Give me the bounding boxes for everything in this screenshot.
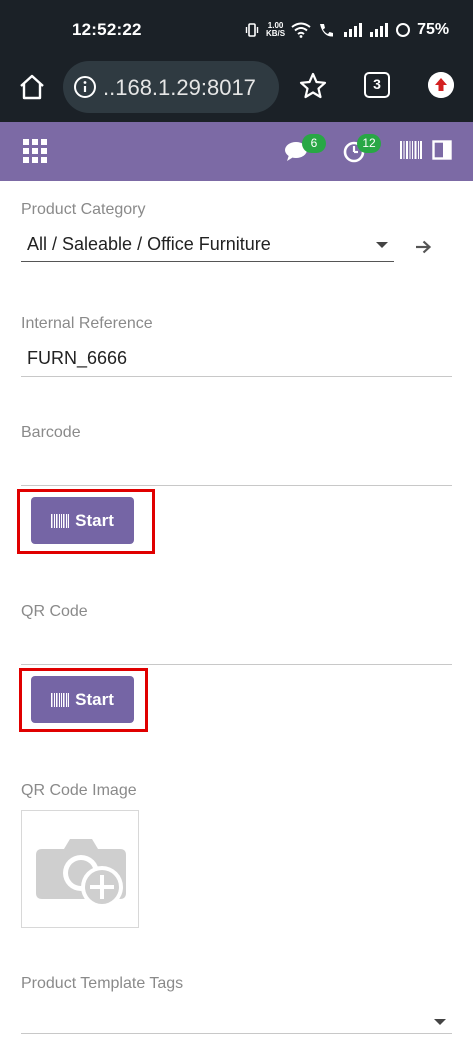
home-icon[interactable] bbox=[17, 72, 47, 102]
battery-percent: 75% bbox=[417, 21, 450, 38]
category-dropdown-caret-icon[interactable] bbox=[376, 242, 388, 248]
battery-ring-icon bbox=[396, 23, 411, 37]
qr-code-underline bbox=[21, 664, 452, 665]
info-icon[interactable] bbox=[73, 75, 97, 99]
arrow-right-icon[interactable] bbox=[414, 238, 432, 256]
apps-grid-icon[interactable] bbox=[23, 139, 47, 163]
barcode-start-label: Start bbox=[75, 510, 114, 530]
product-template-tags-label: Product Template Tags bbox=[21, 975, 184, 992]
qr-code-image-label: QR Code Image bbox=[21, 782, 137, 799]
messages-badge[interactable]: 6 bbox=[302, 134, 326, 153]
product-category-underline bbox=[21, 261, 394, 262]
url-text[interactable]: ..168.1.29:8017 bbox=[103, 75, 275, 101]
sidebar-toggle-icon[interactable] bbox=[432, 140, 452, 160]
qr-code-start-label: Start bbox=[75, 689, 114, 709]
product-category-select[interactable]: All / Saleable / Office Furniture bbox=[27, 234, 271, 255]
tab-switcher-button[interactable]: 3 bbox=[364, 72, 390, 98]
qr-code-image-upload[interactable] bbox=[21, 810, 139, 928]
status-time: 12:52:22 bbox=[72, 20, 142, 39]
internal-reference-underline bbox=[21, 376, 452, 377]
upload-icon[interactable] bbox=[428, 72, 454, 98]
qr-code-label: QR Code bbox=[21, 603, 88, 620]
network-speed: 1.00 KB/S bbox=[266, 22, 285, 38]
browser-toolbar: ..168.1.29:8017 3 bbox=[0, 60, 473, 122]
product-category-label: Product Category bbox=[21, 201, 146, 218]
app-navbar: 6 12 bbox=[0, 122, 473, 181]
signal-icon-1 bbox=[344, 23, 363, 37]
bookmark-star-icon[interactable] bbox=[298, 71, 328, 101]
call-icon bbox=[320, 24, 334, 37]
internal-reference-label: Internal Reference bbox=[21, 315, 153, 332]
barcode-underline bbox=[21, 485, 452, 486]
internal-reference-input[interactable]: FURN_6666 bbox=[27, 348, 127, 369]
barcode-label: Barcode bbox=[21, 424, 81, 441]
barcode-icon bbox=[51, 513, 70, 528]
wifi-icon bbox=[291, 22, 311, 38]
product-template-tags-underline bbox=[21, 1033, 452, 1034]
tags-dropdown-caret-icon[interactable] bbox=[434, 1019, 446, 1025]
vibrate-icon bbox=[245, 23, 259, 37]
activities-badge[interactable]: 12 bbox=[357, 134, 381, 153]
status-icons: 1.00 KB/S 75% bbox=[244, 19, 449, 41]
barcode-start-button[interactable]: Start bbox=[31, 497, 134, 544]
qr-code-start-button[interactable]: Start bbox=[31, 676, 134, 723]
barcode-icon[interactable] bbox=[400, 141, 422, 159]
network-speed-unit: KB/S bbox=[266, 29, 286, 38]
signal-icon-2 bbox=[370, 23, 389, 37]
status-bar: 12:52:22 1.00 KB/S 75% bbox=[0, 0, 473, 60]
camera-add-icon bbox=[36, 839, 126, 908]
barcode-icon bbox=[51, 692, 70, 707]
address-bar[interactable]: ..168.1.29:8017 bbox=[63, 61, 279, 113]
